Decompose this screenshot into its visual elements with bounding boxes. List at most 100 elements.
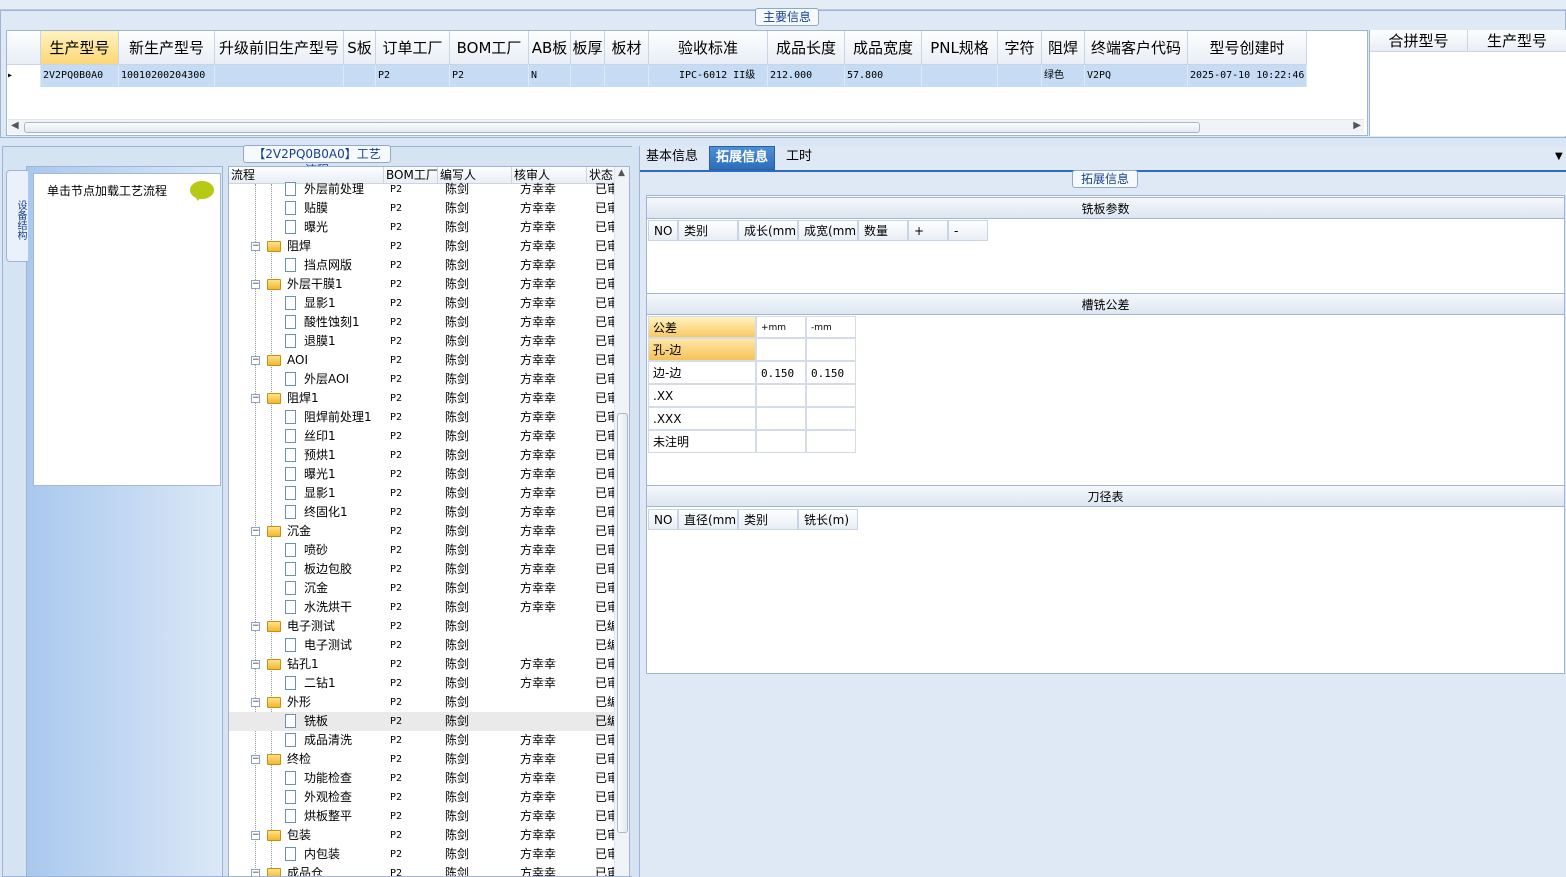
tree-row[interactable]: 成品清洗 P2 陈剑 方幸幸 已审: [229, 731, 615, 750]
column-header[interactable]: 终端客户代码: [1085, 31, 1188, 65]
grid-cell[interactable]: 10010200204300: [119, 65, 215, 87]
tolerance-cell[interactable]: [756, 430, 806, 453]
tolerance-cell[interactable]: .XXX: [648, 407, 756, 430]
tree-row[interactable]: 水洗烘干 P2 陈剑 方幸幸 已审: [229, 598, 615, 617]
grid-cell[interactable]: N: [529, 65, 571, 87]
row-indicator[interactable]: ▸: [7, 65, 41, 87]
tree-row[interactable]: − 电子测试 P2 陈剑 已编: [229, 617, 615, 636]
tree-row[interactable]: 阻焊前处理1 P2 陈剑 方幸幸 已审: [229, 408, 615, 427]
tree-row[interactable]: 外层前处理 P2 陈剑 方幸幸 已审: [229, 180, 615, 199]
merge-col-header[interactable]: 合拼型号: [1370, 30, 1468, 52]
column-header[interactable]: 升级前旧生产型号: [215, 31, 344, 65]
milling-column-header[interactable]: 成宽(mm): [798, 220, 858, 241]
column-header[interactable]: 字符: [998, 31, 1042, 65]
tab-menu-icon[interactable]: ▼: [1555, 151, 1563, 162]
grid-cell[interactable]: 57.800: [845, 65, 922, 87]
tolerance-cell[interactable]: [806, 430, 856, 453]
tree-row[interactable]: 铣板 P2 陈剑 已编: [229, 712, 615, 731]
tree-vertical-scrollbar[interactable]: ▲: [614, 167, 629, 876]
tree-row[interactable]: 挡点网版 P2 陈剑 方幸幸 已审: [229, 256, 615, 275]
column-header[interactable]: 型号创建时: [1188, 31, 1307, 65]
tolerance-cell[interactable]: [806, 338, 856, 361]
cutter-column-header[interactable]: 铣长(m): [798, 509, 858, 530]
tree-row[interactable]: 酸性蚀刻1 P2 陈剑 方幸幸 已审: [229, 313, 615, 332]
side-tab[interactable]: 设备结构: [6, 170, 28, 262]
grid-cell[interactable]: V2PQ: [1085, 65, 1188, 87]
scroll-right-icon[interactable]: ▶: [1353, 120, 1361, 131]
tolerance-cell[interactable]: [756, 384, 806, 407]
cutter-column-header[interactable]: 直径(mm): [678, 509, 738, 530]
tolerance-cell[interactable]: [806, 384, 856, 407]
column-header[interactable]: 板厚: [571, 31, 605, 65]
milling-column-header[interactable]: +: [908, 220, 948, 241]
tolerance-cell[interactable]: 孔-边: [648, 338, 756, 361]
tolerance-column-header[interactable]: +mm: [756, 316, 806, 338]
milling-column-header[interactable]: NO: [648, 220, 678, 241]
grid-cell[interactable]: 212.000: [768, 65, 845, 87]
tree-scroll-thumb[interactable]: [617, 413, 628, 833]
column-header[interactable]: 成品长度: [768, 31, 845, 65]
tree-row[interactable]: − 终检 P2 陈剑 方幸幸 已审: [229, 750, 615, 769]
tree-row[interactable]: 电子测试 P2 陈剑 已编: [229, 636, 615, 655]
tab-basic-info[interactable]: 基本信息: [640, 146, 704, 170]
tree-row[interactable]: 退膜1 P2 陈剑 方幸幸 已审: [229, 332, 615, 351]
process-tree[interactable]: 流程BOM工厂编写人核审人状态 外层前处理P2陈剑方幸幸已审贴膜P2陈剑方幸幸已…: [228, 166, 630, 877]
column-header[interactable]: PNL规格: [922, 31, 998, 65]
horizontal-scrollbar[interactable]: ◀ ▶: [8, 119, 1364, 134]
collapse-icon[interactable]: −: [251, 394, 260, 403]
tolerance-column-header[interactable]: 公差: [648, 316, 756, 338]
tree-row[interactable]: 二钻1 P2 陈剑 方幸幸 已审: [229, 674, 615, 693]
column-header[interactable]: 生产型号: [41, 31, 119, 65]
tree-row[interactable]: 外观检查 P2 陈剑 方幸幸 已审: [229, 788, 615, 807]
tree-row[interactable]: 曝光 P2 陈剑 方幸幸 已审: [229, 218, 615, 237]
grid-cell[interactable]: 2V2PQ0B0A0: [41, 65, 119, 87]
collapse-icon[interactable]: −: [251, 356, 260, 365]
column-header[interactable]: 阻焊: [1042, 31, 1085, 65]
column-header[interactable]: 成品宽度: [845, 31, 922, 65]
grid-cell[interactable]: P2: [450, 65, 529, 87]
tree-row[interactable]: 外层AOI P2 陈剑 方幸幸 已审: [229, 370, 615, 389]
tree-row[interactable]: − 外层干膜1 P2 陈剑 方幸幸 已审: [229, 275, 615, 294]
tab-work-hours[interactable]: 工时: [780, 146, 818, 170]
collapse-icon[interactable]: −: [251, 755, 260, 764]
tree-row[interactable]: − 包装 P2 陈剑 方幸幸 已审: [229, 826, 615, 845]
grid-cell[interactable]: [998, 65, 1042, 87]
column-header[interactable]: S板: [344, 31, 376, 65]
tree-row[interactable]: − 外形 P2 陈剑 已编: [229, 693, 615, 712]
tree-row[interactable]: 板边包胶 P2 陈剑 方幸幸 已审: [229, 560, 615, 579]
tolerance-cell[interactable]: .XX: [648, 384, 756, 407]
tolerance-column-header[interactable]: -mm: [806, 316, 856, 338]
tree-row[interactable]: − 阻焊 P2 陈剑 方幸幸 已审: [229, 237, 615, 256]
tree-row[interactable]: 显影1 P2 陈剑 方幸幸 已审: [229, 294, 615, 313]
tree-row[interactable]: 曝光1 P2 陈剑 方幸幸 已审: [229, 465, 615, 484]
grid-cell[interactable]: [605, 65, 649, 87]
tree-row[interactable]: 显影1 P2 陈剑 方幸幸 已审: [229, 484, 615, 503]
tree-row[interactable]: 喷砂 P2 陈剑 方幸幸 已审: [229, 541, 615, 560]
collapse-icon[interactable]: −: [251, 869, 260, 876]
collapse-icon[interactable]: −: [251, 698, 260, 707]
tree-row[interactable]: − 沉金 P2 陈剑 方幸幸 已审: [229, 522, 615, 541]
grid-cell[interactable]: 2025-07-10 10:22:46: [1188, 65, 1307, 87]
tree-row[interactable]: 功能检查 P2 陈剑 方幸幸 已审: [229, 769, 615, 788]
milling-column-header[interactable]: -: [948, 220, 988, 241]
tree-row[interactable]: − 成品仓 P2 陈剑 方幸幸 已审: [229, 864, 615, 876]
column-header[interactable]: BOM工厂: [450, 31, 529, 65]
tree-row[interactable]: 丝印1 P2 陈剑 方幸幸 已审: [229, 427, 615, 446]
tolerance-cell[interactable]: [756, 407, 806, 430]
grid-cell[interactable]: IPC-6012 II级: [649, 65, 768, 87]
tree-row[interactable]: − 阻焊1 P2 陈剑 方幸幸 已审: [229, 389, 615, 408]
collapse-icon[interactable]: −: [251, 280, 260, 289]
tree-row[interactable]: 预烘1 P2 陈剑 方幸幸 已审: [229, 446, 615, 465]
tree-row[interactable]: 沉金 P2 陈剑 方幸幸 已审: [229, 579, 615, 598]
merge-col-header[interactable]: 生产型号: [1468, 30, 1566, 52]
tree-row[interactable]: 烘板整平 P2 陈剑 方幸幸 已审: [229, 807, 615, 826]
collapse-icon[interactable]: −: [251, 527, 260, 536]
cutter-column-header[interactable]: NO: [648, 509, 678, 530]
tolerance-cell[interactable]: 0.150: [806, 361, 856, 384]
tolerance-cell[interactable]: [756, 338, 806, 361]
milling-column-header[interactable]: 成长(mm): [738, 220, 798, 241]
collapse-icon[interactable]: −: [251, 831, 260, 840]
milling-column-header[interactable]: 数量: [858, 220, 908, 241]
column-header[interactable]: 验收标准: [649, 31, 768, 65]
scroll-thumb[interactable]: [24, 122, 1200, 133]
